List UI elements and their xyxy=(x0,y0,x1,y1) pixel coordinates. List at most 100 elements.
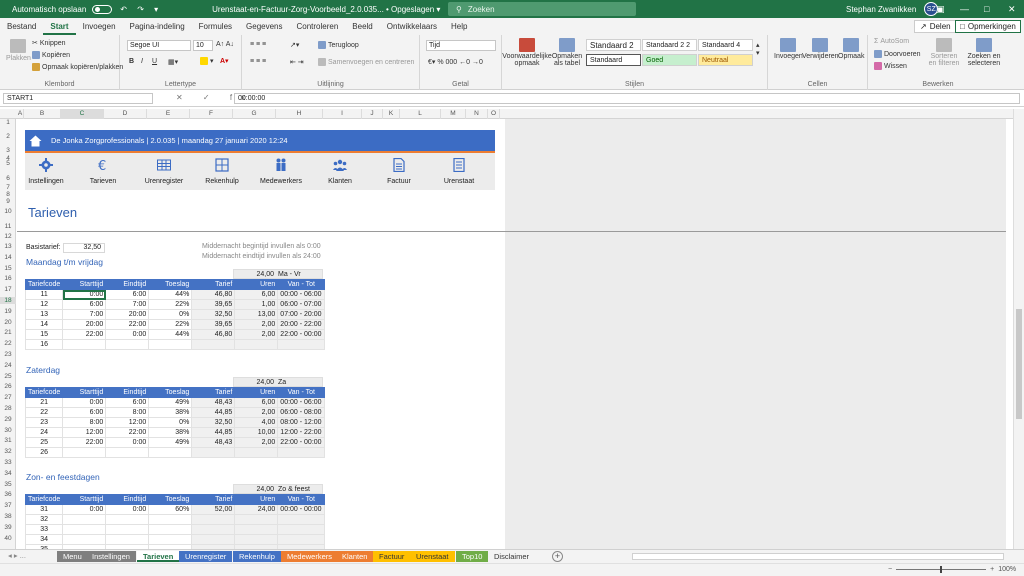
share-button[interactable]: ↗ Delen xyxy=(914,20,957,33)
fill-color-icon[interactable]: ▾ xyxy=(200,57,214,65)
row-header-25[interactable]: 25 xyxy=(0,373,16,380)
wrap-text-button[interactable]: Terugloop xyxy=(318,41,359,49)
find-select-button[interactable]: Zoeken en selecteren xyxy=(964,38,1004,67)
sheet-tab-disclaimer[interactable]: Disclaimer xyxy=(488,551,535,562)
bold-button[interactable]: B xyxy=(129,58,134,65)
row-header-37[interactable]: 37 xyxy=(0,502,16,509)
column-header-m[interactable]: M xyxy=(441,109,466,119)
formula-input[interactable]: 00:00:00 xyxy=(234,93,1020,104)
ribbon-display-icon[interactable]: ▣ xyxy=(936,0,945,18)
scroll-thumb[interactable] xyxy=(1016,309,1022,419)
table-cell[interactable]: 0% xyxy=(148,309,193,320)
underline-button[interactable]: U xyxy=(152,58,157,65)
column-header-f[interactable]: F xyxy=(190,109,233,119)
style-standaard-4[interactable]: Standaard 4 xyxy=(698,39,753,51)
nav-button-klanten[interactable]: Klanten xyxy=(312,153,368,190)
menu-tab-bestand[interactable]: Bestand xyxy=(0,18,43,35)
sheet-tab-urenstaat[interactable]: Urenstaat xyxy=(410,551,455,562)
sheet-tab-instellingen[interactable]: Instellingen xyxy=(86,551,136,562)
copy-button[interactable]: Kopiëren xyxy=(32,51,70,59)
sort-filter-button[interactable]: Sorteren en filteren xyxy=(926,38,962,67)
styles-scroll-icon[interactable]: ▴ ▾ xyxy=(756,41,760,57)
row-header-32[interactable]: 32 xyxy=(0,448,16,455)
nav-button-medewerkers[interactable]: Medewerkers xyxy=(253,153,309,190)
font-color-icon[interactable]: A▾ xyxy=(220,57,229,65)
table-cell[interactable]: 49% xyxy=(148,397,193,408)
column-header-c[interactable]: C xyxy=(61,109,104,119)
table-cell[interactable]: 12:00 xyxy=(62,427,107,438)
row-header-13[interactable]: 13 xyxy=(0,243,16,250)
vertical-scrollbar[interactable] xyxy=(1013,109,1024,549)
row-header-17[interactable]: 17 xyxy=(0,286,16,293)
align-top-icons[interactable]: ≡ ≡ ≡ xyxy=(250,41,266,48)
basis-value[interactable]: 32,50 xyxy=(63,243,105,253)
table-cell[interactable]: 22% xyxy=(148,299,193,310)
table-cell[interactable]: 6:00 xyxy=(62,299,107,310)
menu-tab-start[interactable]: Start xyxy=(43,18,76,35)
table-cell[interactable]: 0:00 xyxy=(105,504,150,515)
row-header-16[interactable]: 16 xyxy=(0,275,16,282)
menu-tab-gegevens[interactable]: Gegevens xyxy=(239,18,289,35)
format-painter-button[interactable]: Opmaak kopiëren/plakken xyxy=(32,63,123,71)
table-cell[interactable]: 6:00 xyxy=(62,407,107,418)
sheet-tab-rekenhulp[interactable]: Rekenhulp xyxy=(233,551,281,562)
column-header-o[interactable]: O xyxy=(488,109,500,119)
font-name-select[interactable]: Segoe UI xyxy=(127,40,191,51)
horizontal-scrollbar[interactable] xyxy=(632,553,1004,560)
user-area[interactable]: Stephan Zwanikken SZ xyxy=(846,0,939,18)
column-header-e[interactable]: E xyxy=(147,109,190,119)
font-size-select[interactable]: 10 xyxy=(193,40,213,51)
row-header-18[interactable]: 18 xyxy=(0,297,16,304)
row-header-23[interactable]: 23 xyxy=(0,351,16,358)
style-standaard[interactable]: Standaard xyxy=(586,54,641,66)
row-header-33[interactable]: 33 xyxy=(0,459,16,466)
row-header-15[interactable]: 15 xyxy=(0,265,16,272)
table-cell[interactable]: 7:00 xyxy=(105,299,150,310)
table-cell[interactable]: 49% xyxy=(148,437,193,448)
autosum-button[interactable]: Σ AutoSom xyxy=(874,38,909,45)
table-cell[interactable] xyxy=(148,534,193,545)
menu-tab-help[interactable]: Help xyxy=(444,18,474,35)
format-cells-button[interactable]: Opmaak xyxy=(838,38,864,60)
worksheet[interactable]: De Jonka Zorgprofessionals | 2.0.035 | m… xyxy=(17,119,1006,549)
table-cell[interactable] xyxy=(105,339,150,350)
style-neutraal[interactable]: Neutraal xyxy=(698,54,753,66)
table-cell[interactable]: 6:00 xyxy=(105,289,150,300)
clear-button[interactable]: Wissen xyxy=(874,62,907,70)
table-cell[interactable]: 20:00 xyxy=(105,309,150,320)
row-header-26[interactable]: 26 xyxy=(0,383,16,390)
menu-tab-beeld[interactable]: Beeld xyxy=(345,18,379,35)
fill-button[interactable]: Doorvoeren xyxy=(874,50,921,58)
table-cell[interactable]: 38% xyxy=(148,407,193,418)
column-header-l[interactable]: L xyxy=(400,109,441,119)
orientation-icon[interactable]: ↗▾ xyxy=(290,41,299,49)
row-header-8[interactable]: 8 xyxy=(0,191,16,198)
menu-tab-pagina-indeling[interactable]: Pagina-indeling xyxy=(123,18,192,35)
autosave-toggle[interactable] xyxy=(92,4,113,14)
table-cell[interactable]: 0:00 xyxy=(62,289,107,300)
table-cell[interactable]: 22% xyxy=(148,319,193,330)
column-header-k[interactable]: K xyxy=(383,109,400,119)
row-header-34[interactable]: 34 xyxy=(0,470,16,477)
font-grow-icon[interactable]: A↑ A↓ xyxy=(216,41,234,48)
table-cell[interactable]: 0:00 xyxy=(62,504,107,515)
table-cell[interactable]: 8:00 xyxy=(105,407,150,418)
row-header-30[interactable]: 30 xyxy=(0,427,16,434)
table-cell[interactable]: 44% xyxy=(148,329,193,340)
table-cell[interactable]: 12:00 xyxy=(105,417,150,428)
align-left-icons[interactable]: ≡ ≡ ≡ xyxy=(250,58,266,65)
merge-center-button[interactable]: Samenvoegen en centreren xyxy=(318,58,414,66)
column-header-d[interactable]: D xyxy=(104,109,147,119)
table-cell[interactable]: 22:00 xyxy=(62,437,107,448)
row-header-27[interactable]: 27 xyxy=(0,394,16,401)
column-header-j[interactable]: J xyxy=(362,109,383,119)
name-box[interactable]: START1 xyxy=(3,93,153,104)
row-header-1[interactable]: 1 xyxy=(0,119,16,126)
accounting-icons[interactable]: €▾ % 000 ←0 →0 xyxy=(428,58,483,66)
row-header-2[interactable]: 2 xyxy=(0,133,16,140)
row-header-40[interactable]: 40 xyxy=(0,535,16,542)
row-header-31[interactable]: 31 xyxy=(0,437,16,444)
column-header-h[interactable]: H xyxy=(276,109,323,119)
column-header-n[interactable]: N xyxy=(466,109,488,119)
table-cell[interactable]: 60% xyxy=(148,504,193,515)
